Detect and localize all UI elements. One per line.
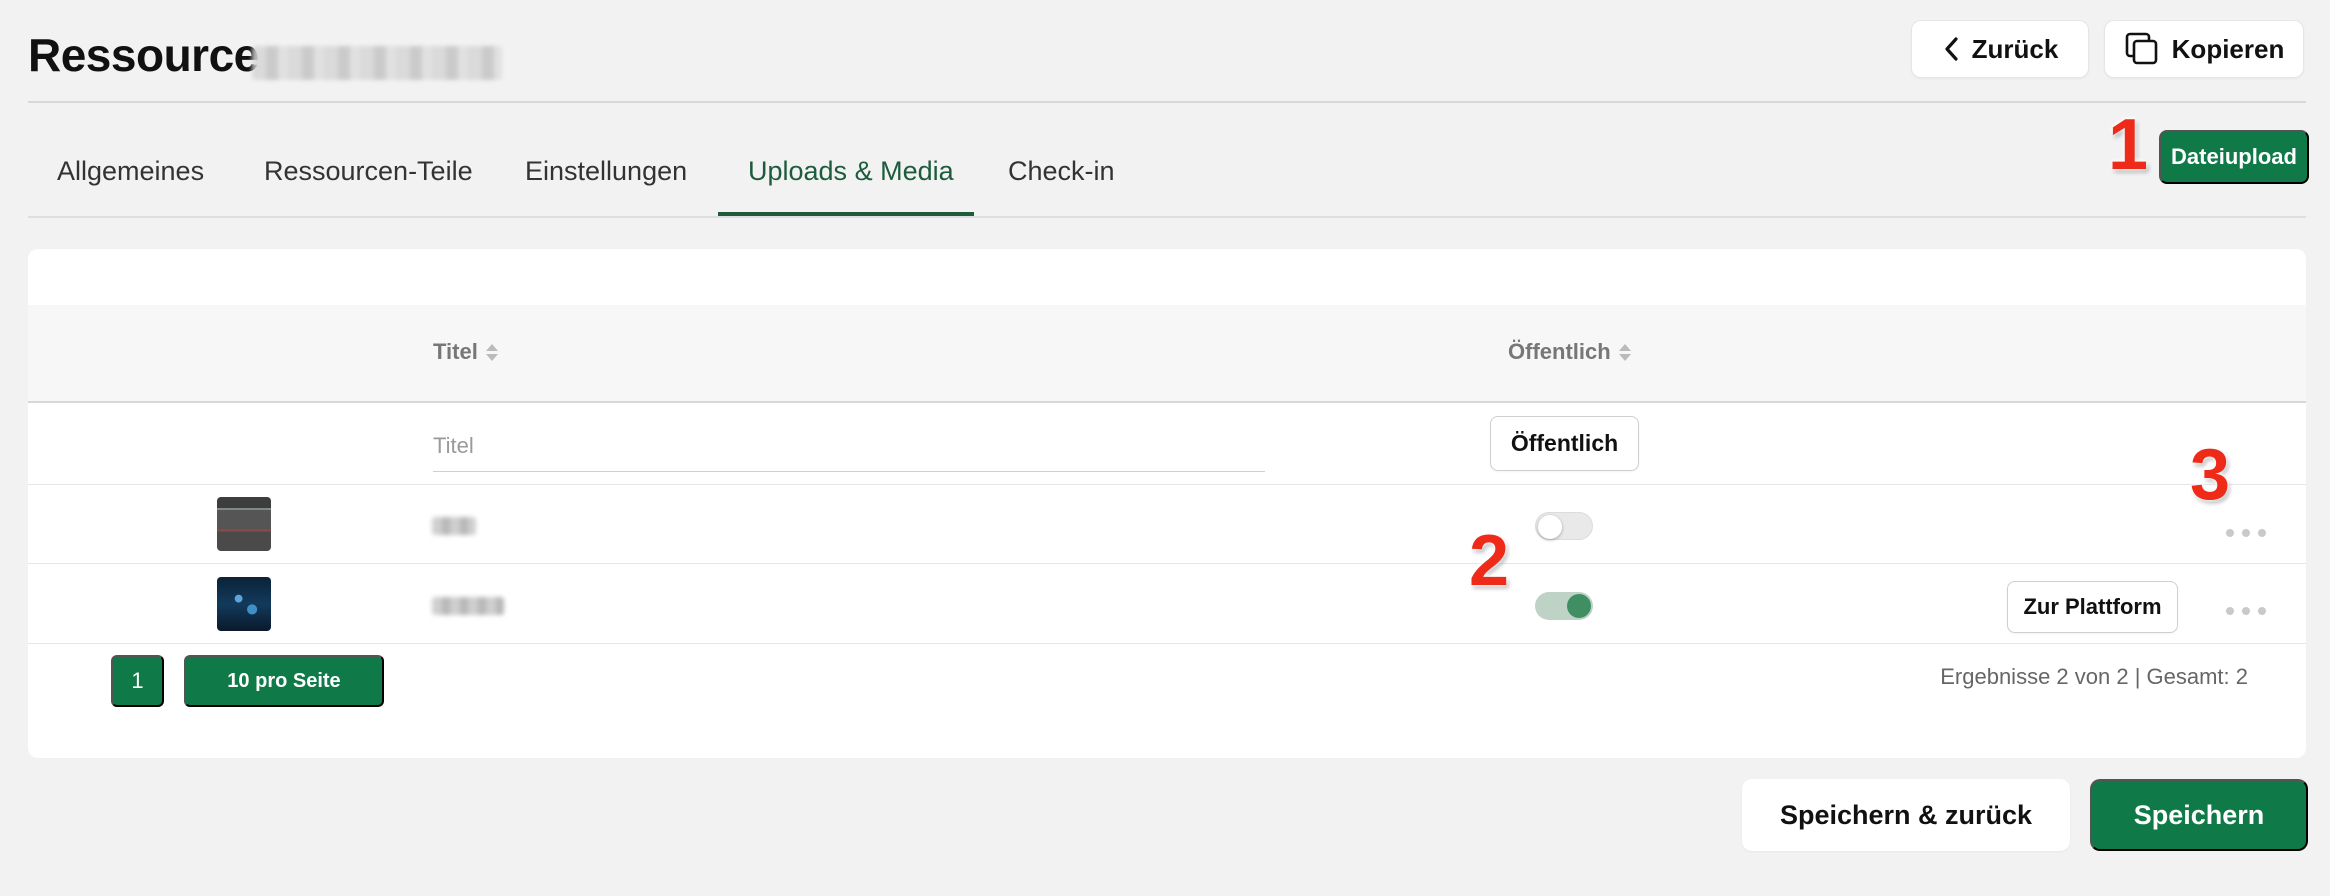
- public-filter-button[interactable]: Öffentlich: [1490, 416, 1639, 471]
- more-actions-icon[interactable]: [2226, 605, 2266, 617]
- tab-ressourcen-teile[interactable]: Ressourcen-Teile: [264, 156, 473, 187]
- results-summary: Ergebnisse 2 von 2 | Gesamt: 2: [1940, 664, 2248, 689]
- toggle-knob: [1538, 515, 1562, 539]
- public-toggle[interactable]: [1535, 512, 1593, 540]
- media-thumbnail[interactable]: [217, 577, 271, 631]
- per-page-select[interactable]: 10 pro Seite: [184, 655, 384, 707]
- tabs-divider: [28, 216, 2306, 218]
- save-button[interactable]: Speichern: [2090, 779, 2308, 851]
- annotation-marker-3: 3: [2190, 435, 2231, 515]
- annotation-marker-2: 2: [1469, 521, 1510, 601]
- save-and-back-button[interactable]: Speichern & zurück: [1742, 779, 2070, 851]
- column-header-public-label: Öffentlich: [1508, 339, 1611, 364]
- copy-button[interactable]: Kopieren: [2104, 20, 2304, 78]
- go-to-platform-button[interactable]: Zur Plattform: [2007, 581, 2178, 633]
- column-header-title[interactable]: Titel: [433, 339, 498, 365]
- tab-uploads-media[interactable]: Uploads & Media: [748, 156, 954, 187]
- public-toggle[interactable]: [1535, 592, 1593, 620]
- more-actions-icon[interactable]: [2226, 527, 2266, 539]
- media-title-redacted: [432, 517, 476, 535]
- back-button[interactable]: Zurück: [1911, 20, 2089, 78]
- row-divider: [28, 643, 2306, 644]
- header-divider: [28, 101, 2306, 103]
- toggle-knob: [1567, 594, 1591, 618]
- tab-einstellungen[interactable]: Einstellungen: [525, 156, 687, 187]
- tab-allgemeines[interactable]: Allgemeines: [57, 156, 204, 187]
- sort-icon: [1618, 343, 1631, 361]
- tab-check-in[interactable]: Check-in: [1008, 156, 1115, 187]
- chevron-left-icon: [1945, 37, 1958, 61]
- media-thumbnail[interactable]: [217, 497, 271, 551]
- file-upload-button[interactable]: Dateiupload: [2159, 130, 2309, 184]
- copy-button-label: Kopieren: [2171, 33, 2285, 64]
- table-header: [28, 305, 2306, 403]
- media-title-redacted: [432, 597, 504, 615]
- sort-icon: [485, 343, 498, 361]
- resource-name-redacted: [252, 46, 502, 80]
- column-header-title-label: Titel: [433, 339, 478, 364]
- page-title: Ressource: [28, 29, 259, 81]
- annotation-marker-1: 1: [2108, 105, 2149, 185]
- copy-icon: [2125, 32, 2157, 65]
- title-filter-input[interactable]: [433, 420, 1265, 472]
- page-button[interactable]: 1: [111, 655, 164, 707]
- row-divider: [28, 484, 2306, 485]
- row-divider: [28, 563, 2306, 564]
- column-header-public[interactable]: Öffentlich: [1508, 339, 1631, 365]
- active-tab-indicator: [718, 212, 974, 216]
- back-button-label: Zurück: [1971, 33, 2059, 64]
